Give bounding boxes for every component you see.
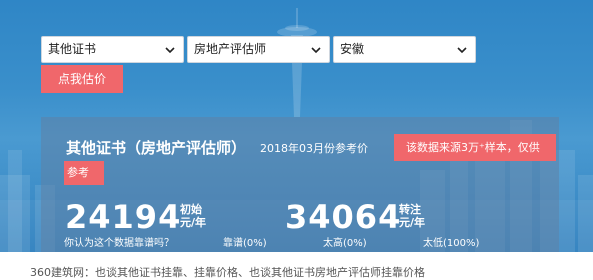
transfer-label-unit: 元/年 — [399, 216, 426, 229]
chevron-down-icon — [457, 47, 467, 54]
certificate-type-select[interactable]: 其他证书 — [41, 36, 184, 63]
breadcrumb: 360建筑网：也谈其他证书挂靠、挂靠价格、也谈其他证书房地产评估师挂靠价格 — [30, 266, 425, 279]
reference-date: 2018年03月份参考价 — [260, 142, 368, 155]
card-title: 其他证书（房地产评估师） — [66, 139, 247, 157]
hero-banner: 其他证书 房地产评估师 安徽 点我估价 其他证书（房地产评估师） 2018年03… — [0, 0, 593, 252]
reliability-question: 你认为这个数据靠谱吗？ — [64, 238, 174, 249]
region-value: 安徽 — [340, 42, 365, 56]
data-source-note-continued: 参考 — [64, 161, 104, 185]
initial-label-unit: 元/年 — [180, 216, 207, 229]
initial-salary-label: 初始 元/年 — [180, 203, 206, 229]
certificate-type-value: 其他证书 — [48, 42, 97, 56]
salary-card: 其他证书（房地产评估师） 2018年03月份参考价 该数据来源3万⁺样本，仅供 … — [41, 117, 559, 252]
chevron-down-icon — [311, 47, 321, 54]
transfer-salary-label: 转注 元/年 — [399, 203, 425, 229]
data-source-note: 该数据来源3万⁺样本，仅供 — [394, 134, 556, 161]
region-select[interactable]: 安徽 — [333, 36, 476, 63]
initial-salary-value: 24194 — [65, 198, 182, 236]
transfer-salary-value: 34064 — [285, 198, 402, 236]
profession-value: 房地产评估师 — [194, 42, 267, 56]
transfer-label-text: 转注 — [399, 203, 421, 216]
chevron-down-icon — [165, 47, 175, 54]
vote-accurate[interactable]: 靠谱(0%) — [223, 234, 267, 249]
vote-too-high[interactable]: 太高(0%) — [323, 234, 367, 249]
estimate-button[interactable]: 点我估价 — [41, 65, 123, 93]
profession-select[interactable]: 房地产评估师 — [187, 36, 330, 63]
vote-too-low[interactable]: 太低(100%) — [423, 234, 479, 249]
initial-label-text: 初始 — [180, 203, 202, 216]
